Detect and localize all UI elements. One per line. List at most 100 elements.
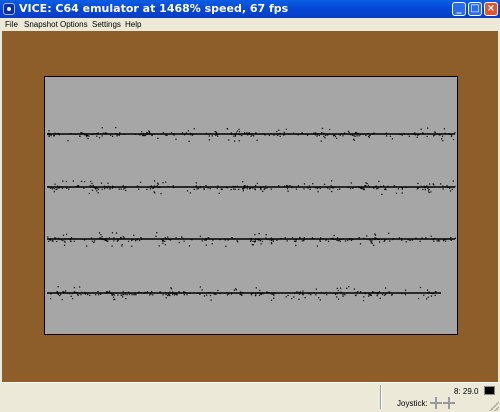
waveform-dot (75, 292, 77, 294)
waveform-dot (261, 240, 264, 243)
waveform-dot (122, 296, 124, 298)
waveform-dot (134, 293, 136, 295)
waveform-dot (323, 135, 325, 137)
close-button[interactable]: × (484, 2, 498, 16)
waveform-dot (64, 238, 66, 240)
waveform-dot (381, 238, 383, 240)
waveform-dot (258, 294, 261, 296)
waveform-dot (59, 186, 61, 188)
waveform-dot (375, 185, 377, 187)
waveform-dot (136, 239, 138, 241)
waveform-dot (242, 292, 244, 294)
waveform-dot (113, 237, 115, 239)
waveform-dot (144, 134, 147, 137)
waveform-dot (250, 135, 252, 137)
waveform-dot (385, 132, 387, 134)
waveform-dot (120, 188, 122, 190)
waveform-dot (208, 135, 210, 137)
title-bar[interactable]: VICE: C64 emulator at 1468% speed, 67 fp… (0, 0, 500, 18)
waveform-dot (405, 289, 407, 291)
waveform-dot (433, 240, 435, 242)
waveform-dot (327, 134, 329, 136)
waveform-dot (436, 240, 438, 242)
waveform-dot (164, 292, 166, 294)
waveform-dot (123, 188, 125, 190)
waveform-dot (358, 186, 360, 188)
waveform-dot (258, 292, 260, 294)
waveform-dot (203, 295, 206, 297)
waveform-dot (60, 293, 62, 296)
waveform-dot (334, 135, 337, 138)
waveform-dot (97, 132, 99, 134)
waveform-dot (164, 240, 166, 242)
waveform-dot (117, 239, 119, 241)
waveform-dot (64, 291, 66, 293)
waveform-dot (146, 291, 148, 293)
waveform-dot (242, 188, 244, 190)
waveform-dot (363, 296, 365, 298)
menu-options[interactable]: Options (60, 20, 88, 29)
waveform-dot (204, 239, 206, 241)
waveform-dot (224, 239, 226, 241)
emulator-border[interactable] (2, 31, 498, 382)
menu-help[interactable]: Help (125, 20, 141, 29)
waveform-dot (89, 185, 91, 187)
waveform-dot (323, 183, 326, 185)
waveform-dot (125, 186, 128, 188)
waveform-dot (242, 186, 244, 188)
waveform-dot (131, 239, 133, 241)
waveform-dot (307, 187, 309, 189)
waveform-dot (342, 133, 344, 135)
waveform-dot (409, 239, 411, 242)
waveform-dot (87, 134, 89, 137)
waveform-dot (347, 239, 349, 242)
waveform-dot (325, 239, 327, 241)
waveform-dot (246, 185, 248, 187)
waveform-dot (164, 244, 166, 246)
waveform-dot (167, 294, 169, 297)
waveform-dot (250, 239, 252, 241)
resize-grip[interactable] (489, 401, 499, 411)
menu-settings[interactable]: Settings (92, 20, 121, 29)
waveform-dot (303, 183, 306, 185)
vice-app-icon[interactable] (3, 3, 15, 15)
waveform-dot (94, 240, 96, 242)
waveform-dot (208, 139, 210, 141)
waveform-dot (111, 293, 113, 295)
waveform-dot (358, 237, 360, 239)
waveform-dot (169, 291, 171, 293)
menu-file[interactable]: File (5, 20, 18, 29)
minimize-button[interactable]: _ (452, 2, 466, 16)
waveform-dot (342, 135, 344, 137)
waveform-dot (105, 186, 107, 188)
waveform-dot (319, 299, 321, 301)
maximize-button[interactable]: □ (468, 2, 482, 16)
waveform-dot (454, 185, 456, 188)
waveform-dot (132, 239, 134, 241)
waveform-dot (373, 132, 375, 134)
waveform-dot (377, 293, 379, 295)
waveform-dot (425, 237, 427, 239)
waveform-dot (205, 244, 207, 246)
waveform-dot (212, 239, 214, 241)
waveform-dot (48, 130, 50, 132)
waveform-dot (91, 133, 93, 136)
menu-snapshot[interactable]: Snapshot (24, 20, 58, 29)
waveform-dot (258, 186, 260, 188)
c64-screen[interactable] (44, 76, 458, 335)
waveform-dot (120, 237, 122, 239)
waveform-dot (332, 292, 335, 294)
waveform-dot (327, 187, 329, 189)
waveform-dot (52, 240, 54, 242)
waveform-dot (328, 240, 330, 242)
waveform-dot (287, 294, 289, 296)
waveform-dot (450, 238, 452, 240)
waveform-dot (323, 132, 325, 134)
waveform-dot (429, 183, 431, 185)
waveform-dot (209, 291, 211, 294)
waveform-dot (73, 291, 75, 293)
waveform-dot (227, 239, 229, 241)
waveform-dot (254, 239, 256, 241)
waveform-dot (434, 134, 436, 136)
waveform-dot (297, 185, 299, 187)
